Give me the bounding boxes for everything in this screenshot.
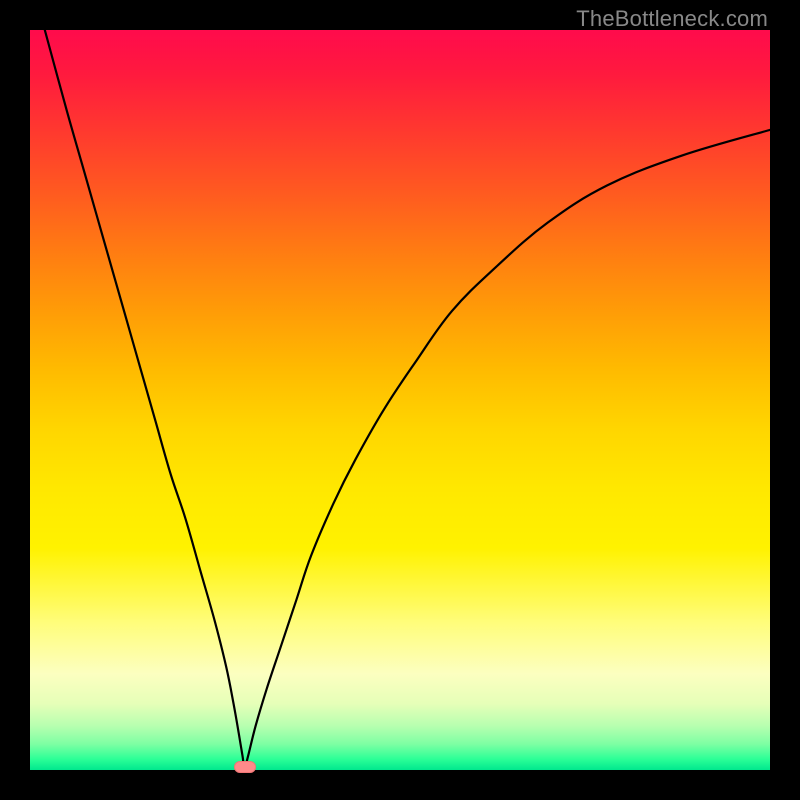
optimum-marker — [234, 761, 256, 773]
bottleneck-curve — [30, 30, 770, 770]
plot-area — [30, 30, 770, 770]
watermark-text: TheBottleneck.com — [576, 6, 768, 32]
chart-frame: TheBottleneck.com — [0, 0, 800, 800]
